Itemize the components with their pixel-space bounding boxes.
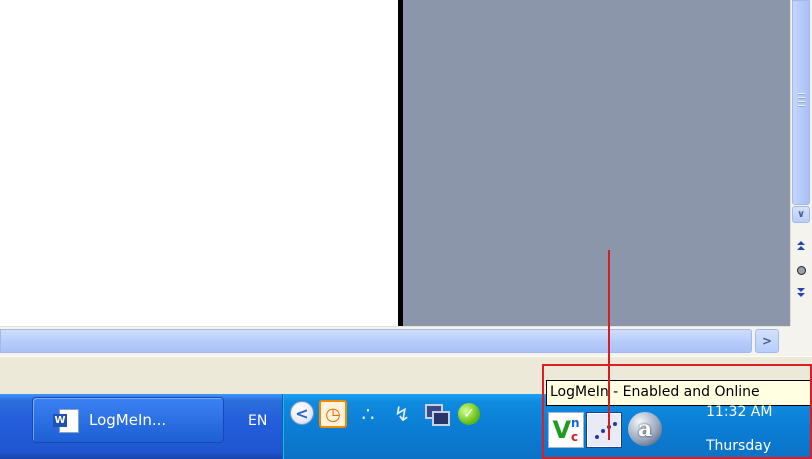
- double-down-arrow-icon: [797, 288, 805, 297]
- document-background: [398, 0, 790, 326]
- clock-icon[interactable]: ◷: [319, 400, 347, 428]
- monitors-icon[interactable]: [421, 400, 450, 428]
- taskbar-button-logmein-document[interactable]: W LogMeIn...: [32, 397, 224, 443]
- previous-page-button[interactable]: [792, 238, 810, 254]
- annotation-highlight-box: [542, 364, 812, 459]
- next-page-button[interactable]: [792, 285, 810, 301]
- scrollbar-corner: [790, 326, 812, 356]
- word-document-icon: W: [53, 409, 79, 433]
- circle-icon: [796, 265, 806, 275]
- taskbar-button-label: LogMeIn...: [89, 411, 167, 429]
- stethoscope-icon[interactable]: ↯: [388, 400, 416, 428]
- double-up-arrow-icon: [797, 241, 805, 250]
- show-hidden-icons-button[interactable]: <: [290, 401, 314, 425]
- security-shield-icon[interactable]: ✓: [455, 400, 483, 428]
- scroll-down-button[interactable]: ∨: [792, 206, 810, 223]
- document-page: [0, 0, 398, 326]
- horizontal-scroll-thumb[interactable]: [0, 329, 752, 353]
- network-icon[interactable]: ∴: [354, 400, 382, 428]
- vertical-scroll-thumb[interactable]: [792, 0, 810, 205]
- select-browse-object-button[interactable]: [792, 262, 810, 278]
- scroll-right-button[interactable]: >: [755, 329, 779, 353]
- language-indicator[interactable]: EN: [248, 413, 267, 429]
